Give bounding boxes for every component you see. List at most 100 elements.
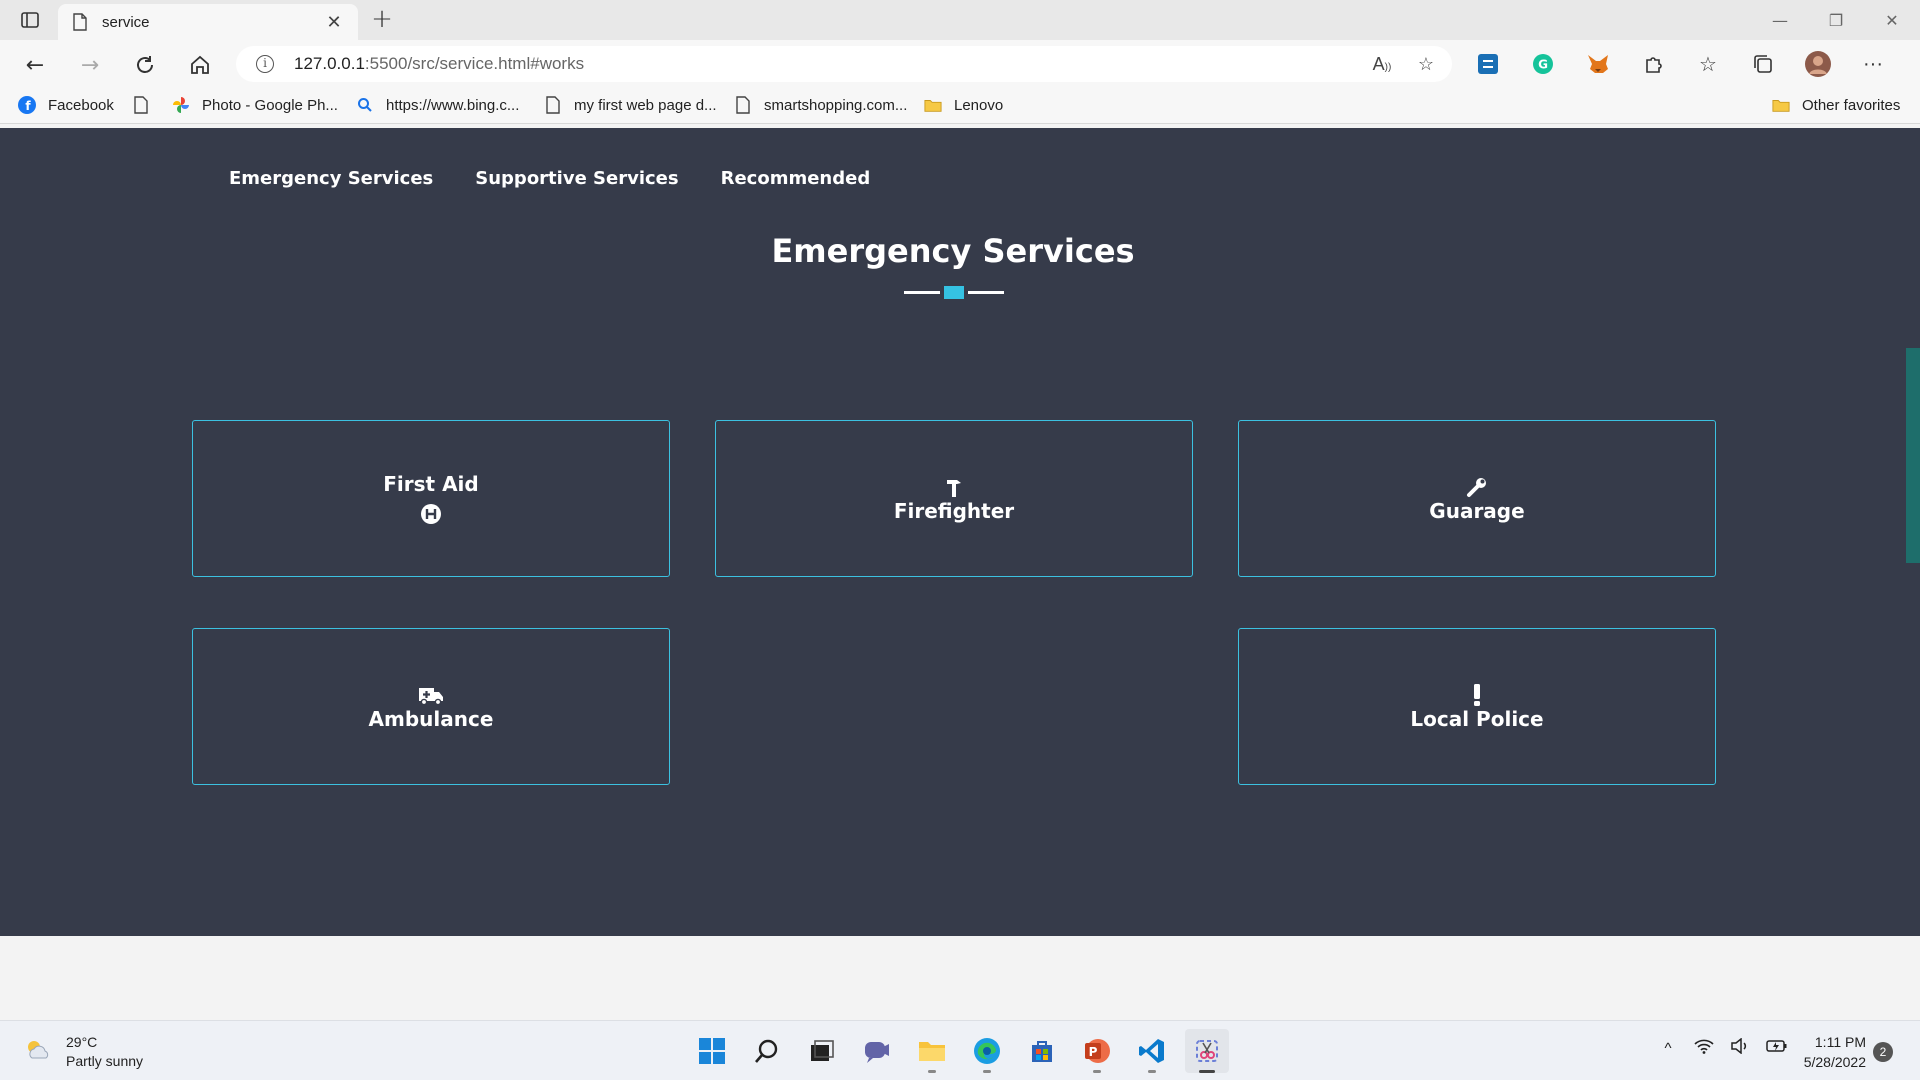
url-text[interactable]: 127.0.0.1:5500/src/service.html#works [294, 54, 584, 74]
temperature: 29°C [66, 1034, 98, 1050]
hammer-icon [943, 475, 965, 499]
nav-emergency-services[interactable]: Emergency Services [229, 168, 433, 189]
bookmark-google-photos[interactable]: Photo - Google Ph... [172, 96, 338, 114]
card-label: Local Police [1410, 706, 1544, 731]
speaker-icon[interactable] [1730, 1037, 1750, 1060]
other-favorites-label: Other favorites [1802, 96, 1901, 114]
document-icon [544, 96, 562, 114]
bookmark-label: Lenovo [954, 96, 1004, 114]
service-card-guarage[interactable]: Guarage [1238, 420, 1716, 577]
bookmarks-bar: f Facebook Photo - Google Ph... https://… [0, 88, 1920, 124]
page-scrollbar[interactable] [1906, 128, 1920, 936]
vscode-icon[interactable] [1130, 1029, 1174, 1073]
bookmark-label: https://www.bing.c... [386, 96, 520, 114]
close-window-button[interactable]: ✕ [1864, 0, 1920, 40]
sync-extension-icon[interactable] [1474, 50, 1502, 78]
read-aloud-icon[interactable]: A)) [1370, 52, 1394, 76]
card-label: Guarage [1429, 498, 1525, 523]
address-bar[interactable]: i 127.0.0.1:5500/src/service.html#works … [236, 46, 1452, 82]
more-options-icon[interactable]: ··· [1859, 50, 1887, 78]
ambulance-icon [418, 683, 444, 707]
bookmark-first-web-page[interactable]: my first web page d... [544, 96, 717, 114]
windows-taskbar: 29°C Partly sunny P ^ 1:11 PM 5/28/2022 … [0, 1020, 1920, 1080]
browser-tab[interactable]: service ✕ [58, 4, 358, 40]
grammarly-icon[interactable]: G [1529, 50, 1557, 78]
teams-chat-icon[interactable] [855, 1029, 899, 1073]
task-view-icon[interactable] [800, 1029, 844, 1073]
nav-supportive-services[interactable]: Supportive Services [475, 168, 678, 189]
browser-tab-bar: service ✕ + — ❐ ✕ [0, 0, 1920, 40]
restore-button[interactable]: ❐ [1808, 0, 1864, 40]
other-favorites[interactable]: Other favorites [1772, 96, 1900, 114]
page-footer-area [0, 936, 1920, 1020]
clock-time: 1:11 PM [1814, 1034, 1866, 1050]
exclamation-icon [1471, 683, 1483, 707]
metamask-fox-icon[interactable] [1584, 50, 1612, 78]
card-label: First Aid [383, 471, 479, 496]
close-tab-icon[interactable]: ✕ [324, 12, 344, 33]
notification-badge[interactable]: 2 [1873, 1042, 1893, 1062]
folder-icon [1772, 96, 1790, 114]
extensions-puzzle-icon[interactable] [1639, 50, 1667, 78]
google-photos-icon [172, 96, 190, 114]
browser-toolbar: ← → i 127.0.0.1:5500/src/service.html#wo… [0, 40, 1920, 88]
battery-charging-icon[interactable] [1766, 1038, 1787, 1060]
partly-sunny-icon [24, 1038, 52, 1067]
tab-actions-icon[interactable] [18, 8, 42, 32]
hospital-icon [420, 502, 442, 526]
refresh-icon[interactable] [130, 50, 160, 80]
services-nav: Emergency Services Supportive Services R… [229, 168, 870, 189]
add-favorite-icon[interactable]: ☆ [1414, 52, 1438, 76]
start-windows-icon[interactable] [690, 1029, 734, 1073]
minimize-button[interactable]: — [1752, 0, 1808, 40]
home-icon[interactable] [185, 50, 215, 80]
collections-icon[interactable] [1749, 50, 1777, 78]
back-arrow-icon[interactable]: ← [20, 50, 50, 80]
folder-icon [924, 96, 942, 114]
service-card-local-police[interactable]: Local Police [1238, 628, 1716, 785]
new-tab-button[interactable]: + [368, 6, 396, 34]
card-label: Ambulance [368, 706, 494, 731]
service-card-ambulance[interactable]: Ambulance [192, 628, 670, 785]
bookmark-label: Photo - Google Ph... [202, 96, 338, 114]
bookmark-label: Facebook [48, 96, 114, 114]
bookmark-label: smartshopping.com... [764, 96, 908, 114]
weather-condition: Partly sunny [66, 1053, 144, 1069]
clock-date: 5/28/2022 [1803, 1054, 1866, 1070]
document-icon [132, 96, 150, 114]
edge-browser-icon[interactable] [965, 1029, 1009, 1073]
microsoft-store-icon[interactable] [1020, 1029, 1064, 1073]
services-page: Emergency Services Supportive Services R… [0, 128, 1906, 936]
section-title: Emergency Services [771, 232, 1135, 270]
bookmark-label: my first web page d... [574, 96, 717, 114]
document-icon [734, 96, 752, 114]
nav-recommended[interactable]: Recommended [721, 168, 871, 189]
taskbar-clock[interactable]: 1:11 PM 5/28/2022 [1786, 1032, 1866, 1072]
powerpoint-icon[interactable]: P [1075, 1029, 1119, 1073]
favorites-icon[interactable]: ☆ [1694, 50, 1722, 78]
service-card-first-aid[interactable]: First Aid [192, 420, 670, 577]
svg-text:G: G [1538, 58, 1548, 72]
chevron-up-icon[interactable]: ^ [1658, 1038, 1678, 1060]
url-path: :5500/src/service.html#works [364, 54, 585, 73]
info-icon[interactable]: i [256, 55, 274, 73]
forward-arrow-icon[interactable]: → [75, 50, 105, 80]
scrollbar-thumb[interactable] [1906, 348, 1920, 563]
service-card-firefighter[interactable]: Firefighter [715, 420, 1193, 577]
url-host: 127.0.0.1 [294, 54, 365, 73]
bookmark-smartshopping[interactable]: smartshopping.com... [734, 96, 907, 114]
weather-widget[interactable]: 29°C Partly sunny [24, 1033, 143, 1071]
title-divider [904, 286, 1004, 299]
bookmark-bing[interactable]: https://www.bing.c... [356, 96, 519, 114]
window-controls: — ❐ ✕ [1752, 0, 1920, 40]
search-icon [356, 96, 374, 114]
search-icon[interactable] [745, 1029, 789, 1073]
snipping-tool-icon[interactable] [1185, 1029, 1229, 1073]
bookmark-facebook[interactable]: f Facebook [18, 96, 114, 114]
bookmark-document[interactable] [132, 96, 162, 114]
wifi-icon[interactable] [1694, 1038, 1714, 1060]
file-explorer-icon[interactable] [910, 1029, 954, 1073]
page-icon [73, 13, 87, 31]
bookmark-lenovo-folder[interactable]: Lenovo [924, 96, 1003, 114]
profile-avatar[interactable] [1804, 50, 1832, 78]
